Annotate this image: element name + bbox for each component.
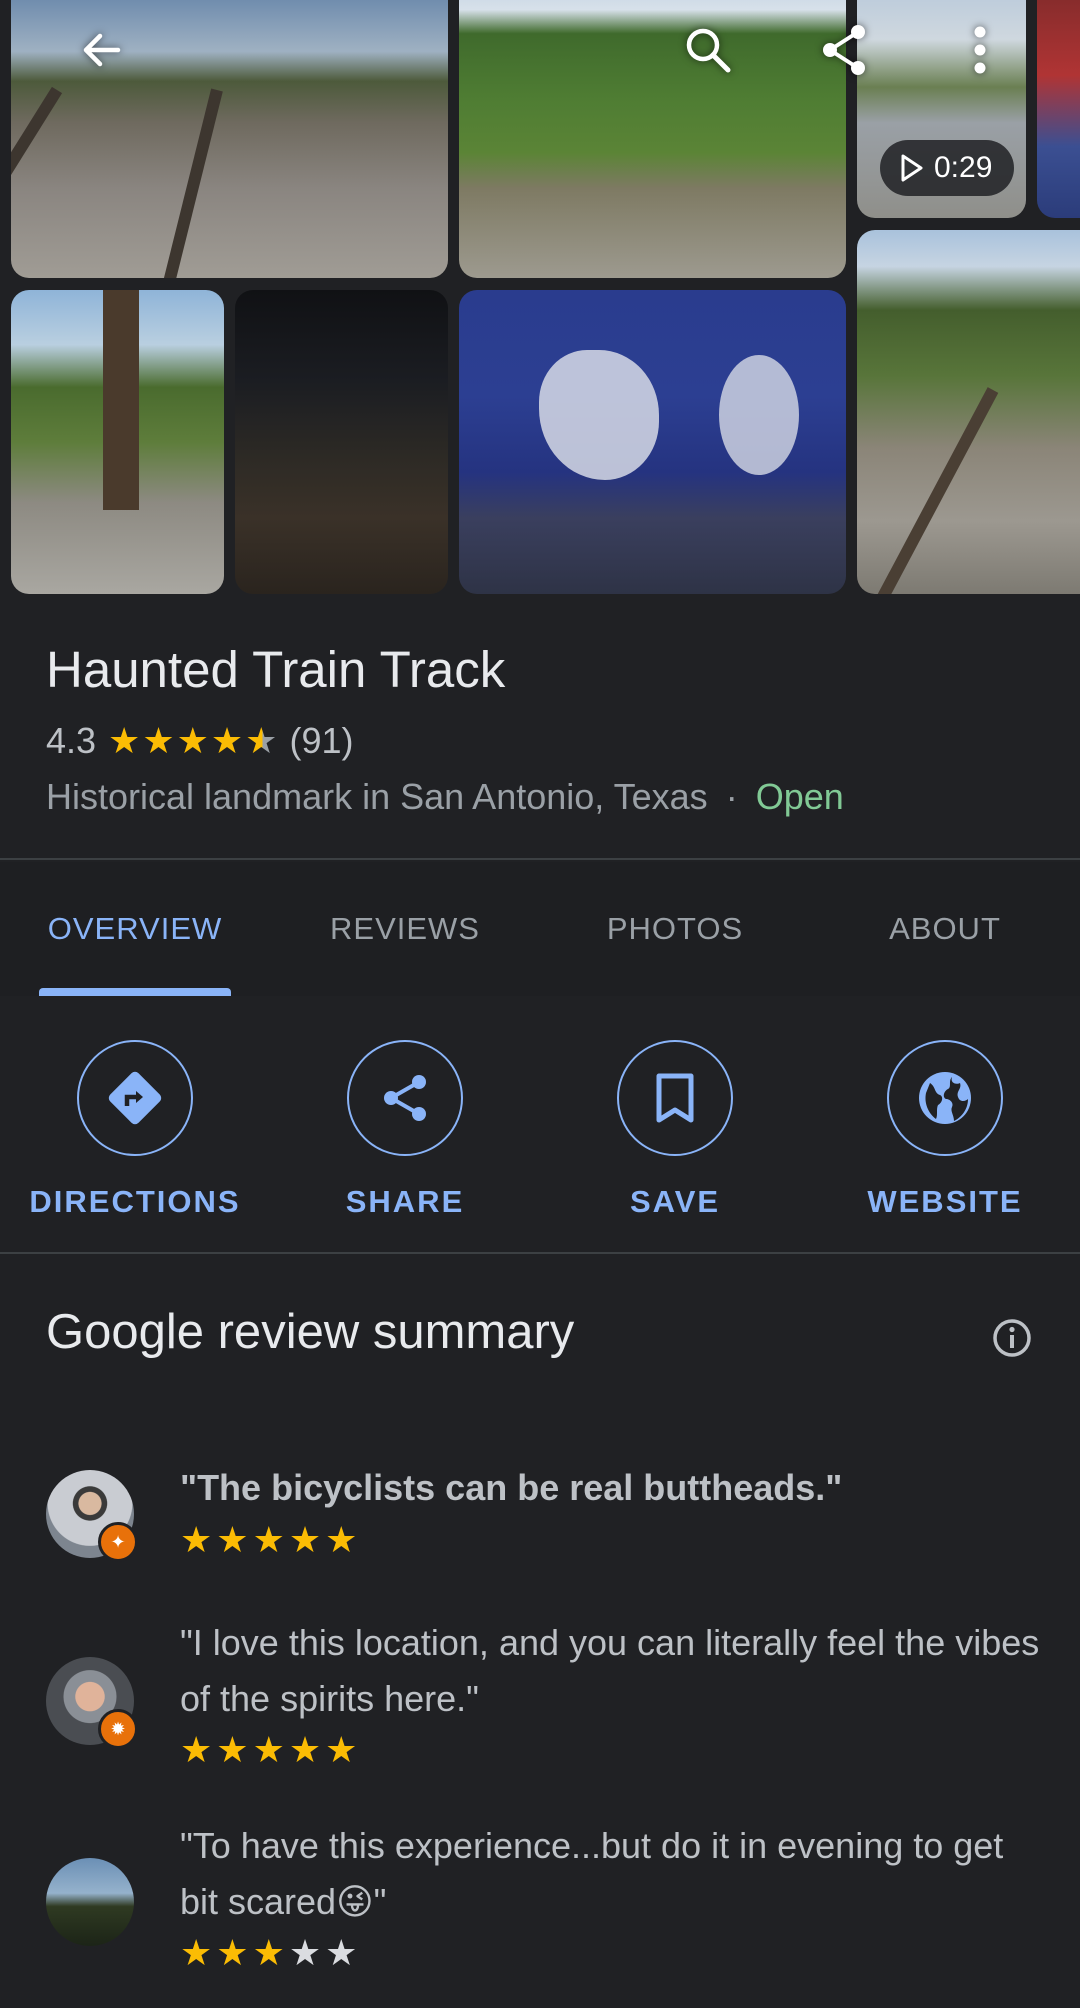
star-icon: ★ [325,1519,358,1560]
star-icon: ★ [216,1729,249,1770]
star-icon: ★ [288,1519,322,1560]
globe-icon [919,1072,971,1124]
share-top-button[interactable] [804,10,884,90]
share-label: SHARE [345,1184,465,1219]
search-icon [686,28,731,73]
star-icon: ★ [325,1729,358,1770]
action-buttons: DIRECTIONS SHARE SAVE WEBSITE [0,1040,1080,1220]
star-icon: ★ [252,1729,285,1770]
star-icon: ★ [180,1932,213,1973]
star-icon: ★ [252,1932,285,1973]
directions-circle [77,1040,193,1156]
review-snippet: "The bicyclists can be real buttheads." [180,1467,843,1508]
photo-night-track[interactable] [235,290,448,594]
photo-gallery[interactable]: 0:29 [0,0,1080,595]
star-icon: ★ [176,720,209,761]
review-summary-title: Google review summary [46,1305,575,1359]
place-category: Historical landmark in San Antonio, Texa… [46,776,708,817]
share-icon [384,1075,426,1121]
bookmark-icon [656,1073,694,1123]
share-icon [823,25,865,75]
photo-car-handprints[interactable] [459,290,846,594]
back-arrow-icon [83,33,121,67]
info-icon[interactable] [990,1316,1034,1360]
separator-dot: · [725,776,738,817]
category-row: Historical landmark in San Antonio, Texa… [46,776,844,818]
review-snippet: "I love this location, and you can liter… [180,1622,1040,1719]
photo-overgrown-track[interactable] [459,0,846,278]
star-empty-icon: ★ [325,1932,358,1973]
rating-value: 4.3 [46,720,97,761]
photo-crossing-sign[interactable] [857,230,1080,594]
directions-button[interactable]: DIRECTIONS [0,1040,270,1220]
star-icon: ★ [252,1519,285,1560]
local-guide-badge-icon: ✹ [98,1709,138,1749]
avatar-photo [46,1858,134,1946]
avatar[interactable] [46,1858,134,1946]
website-circle [887,1040,1003,1156]
directions-label: DIRECTIONS [29,1184,241,1219]
directions-icon [108,1071,162,1125]
tab-about[interactable]: ABOUT [810,862,1080,996]
divider [0,858,1080,860]
tab-bar: OVERVIEW REVIEWS PHOTOS ABOUT [0,862,1080,996]
save-button[interactable]: SAVE [540,1040,810,1220]
star-icon: ★ [210,720,244,761]
tab-overview[interactable]: OVERVIEW [0,862,270,996]
star-icon: ★ [288,1729,322,1770]
review-count: (91) [289,720,354,761]
more-options-button[interactable] [940,10,1020,90]
divider [0,1252,1080,1254]
place-title: Haunted Train Track [46,641,506,698]
website-label: WEBSITE [867,1184,1023,1219]
star-icon: ★ [142,720,175,761]
tab-photos[interactable]: PHOTOS [540,862,810,996]
star-icon: ★ [216,1519,249,1560]
half-star-icon: ★ [245,720,278,761]
back-button[interactable] [62,10,142,90]
star-icon: ★ [216,1932,249,1973]
review-stars: ★ ★ ★ ★ ★ [180,1522,357,1558]
website-button[interactable]: WEBSITE [810,1040,1080,1220]
tab-reviews[interactable]: REVIEWS [270,862,540,996]
photo-partial[interactable] [1037,0,1080,218]
star-icon: ★ [180,1519,213,1560]
save-circle [617,1040,733,1156]
more-vert-icon [974,26,986,74]
play-icon [901,154,923,182]
search-button[interactable] [668,10,748,90]
star-icon: ★ [108,720,141,761]
video-duration: 0:29 [934,151,993,184]
review-stars: ★ ★ ★ ★ ★ [180,1732,357,1768]
avatar[interactable]: ✦ [46,1470,138,1562]
avatar[interactable]: ✹ [46,1657,138,1749]
star-icon: ★ [180,1729,213,1770]
open-status[interactable]: Open [756,776,844,818]
rating-stars: ★ ★ ★ ★ ★ [108,723,277,759]
review-snippet: "To have this experience...but do it in … [180,1825,1004,1922]
review-stars: ★ ★ ★ ★ ★ [180,1935,357,1971]
local-guide-badge-icon: ✦ [98,1522,138,1562]
star-empty-icon: ★ [288,1932,322,1973]
video-duration-chip[interactable]: 0:29 [880,140,1015,196]
share-button[interactable]: SHARE [270,1040,540,1220]
rating-row[interactable]: 4.3 ★ ★ ★ ★ ★ (91) [46,718,353,764]
photo-memorial-tree[interactable] [11,290,224,594]
save-label: SAVE [629,1184,721,1219]
share-circle [347,1040,463,1156]
